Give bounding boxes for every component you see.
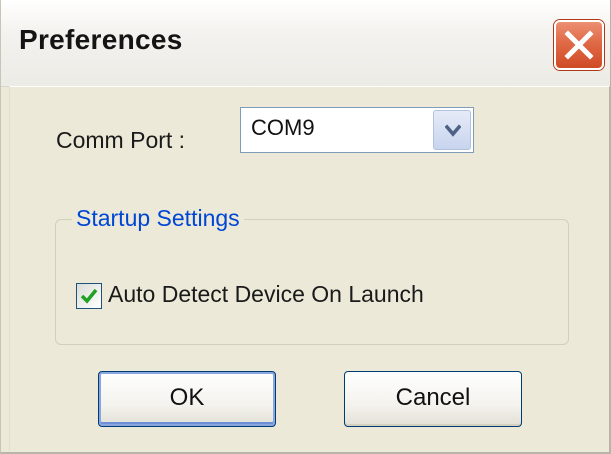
checkmark-icon — [80, 288, 98, 304]
close-icon — [564, 30, 594, 60]
ok-button[interactable]: OK — [98, 371, 276, 427]
comm-port-select[interactable]: COM9 — [240, 107, 474, 153]
comm-port-label: Comm Port : — [56, 127, 186, 153]
preferences-dialog: Preferences Comm Port : COM9 Startup Set… — [0, 0, 611, 454]
chevron-down-icon — [445, 124, 461, 137]
title-bar[interactable]: Preferences — [1, 0, 610, 87]
startup-settings-legend: Startup Settings — [72, 205, 244, 232]
comm-port-value: COM9 — [251, 115, 315, 140]
dropdown-button[interactable] — [433, 110, 471, 150]
dialog-body: Comm Port : COM9 Startup Settings Auto D… — [9, 86, 609, 451]
auto-detect-checkbox[interactable] — [76, 283, 102, 309]
cancel-button[interactable]: Cancel — [344, 371, 522, 427]
close-button[interactable] — [554, 20, 604, 70]
window-title: Preferences — [19, 24, 183, 55]
auto-detect-label[interactable]: Auto Detect Device On Launch — [108, 281, 424, 308]
